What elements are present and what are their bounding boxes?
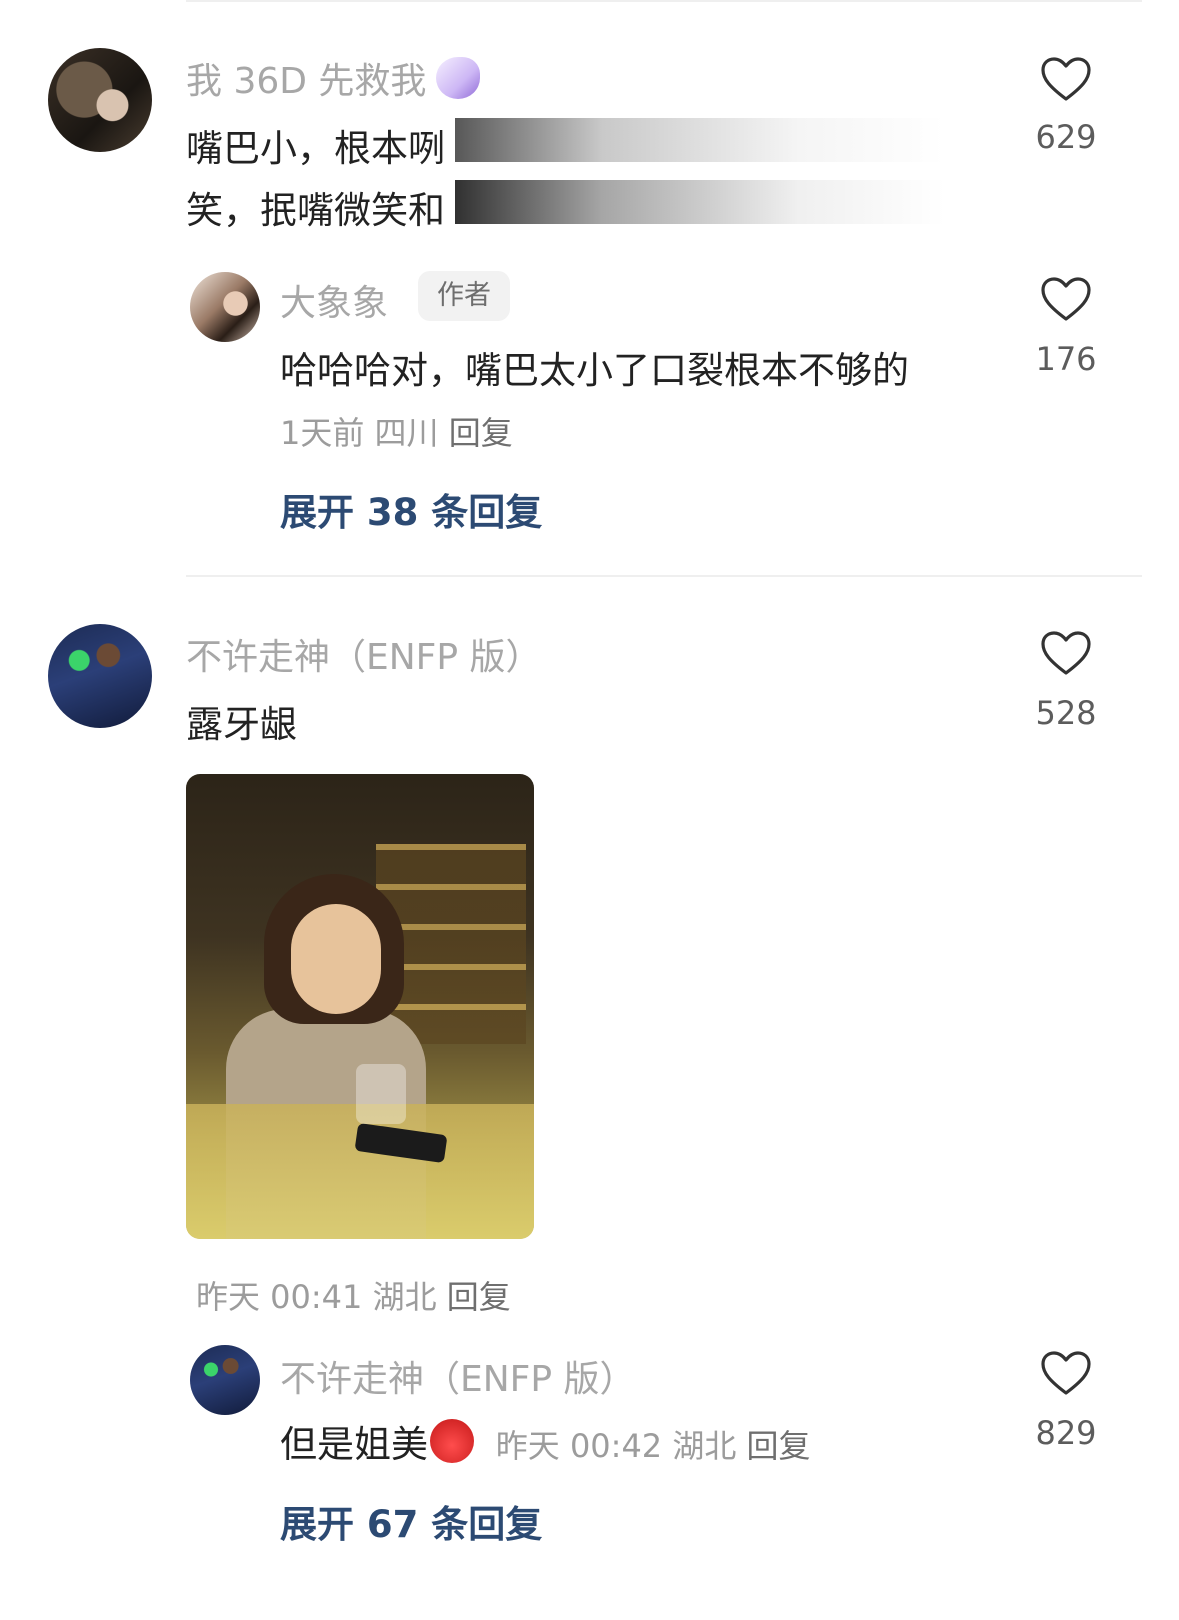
reply-button[interactable]: 回复	[449, 414, 513, 452]
like-count: 629	[1035, 118, 1097, 156]
like-count: 829	[1035, 1414, 1097, 1452]
avatar[interactable]	[190, 1345, 260, 1415]
reply-meta: 昨天 00:42 湖北 回复	[496, 1427, 811, 1465]
like-count: 528	[1035, 694, 1097, 732]
avatar[interactable]	[190, 272, 260, 342]
meta-location: 四川	[374, 414, 439, 452]
person-face	[291, 904, 381, 1014]
unicorn-emoji-icon	[436, 57, 481, 99]
meta-time: 昨天 00:41	[196, 1278, 363, 1316]
comment-text: 露牙龈	[186, 703, 297, 746]
reply-text-content: 但是姐美	[280, 1423, 428, 1466]
reply-meta: 1天前 四川 回复	[280, 408, 513, 454]
expand-replies-button[interactable]: 展开 67 条回复	[280, 1494, 542, 1548]
glass	[356, 1064, 406, 1124]
comment-image[interactable]	[186, 774, 534, 1239]
meta-time: 1天前	[280, 414, 365, 452]
devil-emoji-icon	[430, 1419, 474, 1463]
comment-username[interactable]: 我 36D 先救我	[186, 52, 481, 104]
heart-outline-icon[interactable]	[1040, 276, 1092, 322]
reply-username[interactable]: 不许走神（ENFP 版）	[280, 1350, 636, 1402]
avatar[interactable]	[48, 624, 152, 728]
top-divider	[186, 0, 1142, 2]
username-text: 我 36D 先救我	[186, 61, 427, 102]
meta-time: 昨天 00:42	[495, 1427, 663, 1465]
expand-replies-button[interactable]: 展开 38 条回复	[280, 482, 542, 536]
comment-text-line: 笑，抿嘴微笑和	[186, 189, 445, 232]
heart-outline-icon[interactable]	[1040, 56, 1092, 102]
like-count: 176	[1035, 340, 1097, 378]
reply-username[interactable]: 大象象	[280, 274, 388, 326]
heart-outline-icon[interactable]	[1040, 1350, 1092, 1396]
heart-outline-icon[interactable]	[1040, 630, 1092, 676]
reply-text: 哈哈哈对，嘴巴太小了口裂根本不够的	[280, 349, 909, 392]
text-redaction-fade	[455, 118, 945, 162]
author-badge: 作者	[418, 271, 510, 321]
meta-location: 湖北	[672, 1427, 737, 1465]
meta-location: 湖北	[372, 1278, 437, 1316]
comment-text-line: 嘴巴小，根本咧	[186, 127, 445, 170]
reply-button[interactable]: 回复	[747, 1427, 811, 1465]
reply-button[interactable]: 回复	[447, 1278, 511, 1316]
text-redaction-fade	[455, 180, 945, 224]
comment-meta: 昨天 00:41 湖北 回复	[196, 1272, 511, 1318]
comment-divider	[186, 575, 1142, 577]
avatar[interactable]	[48, 48, 152, 152]
comment-username[interactable]: 不许走神（ENFP 版）	[186, 628, 542, 680]
reply-text: 但是姐美 昨天 00:42 湖北 回复	[280, 1414, 811, 1468]
